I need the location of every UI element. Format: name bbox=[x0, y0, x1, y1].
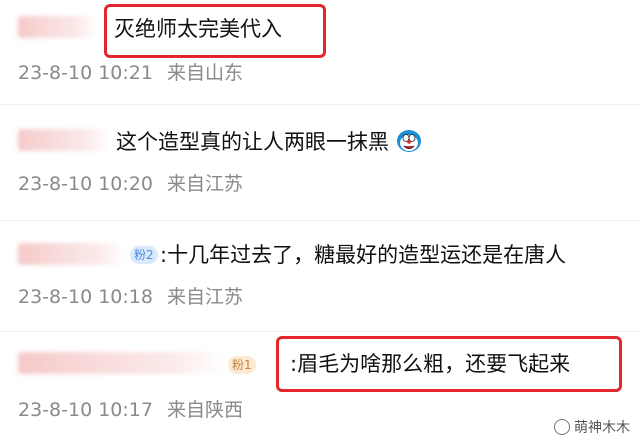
user-nickname-blurred[interactable] bbox=[18, 16, 98, 38]
user-nickname-blurred[interactable] bbox=[18, 243, 124, 265]
comment-item: 这个造型真的让人两眼一抹黑 23-8-10 10:20 来自江苏 bbox=[0, 105, 640, 220]
doraemon-emoji-icon bbox=[396, 130, 421, 152]
watermark: 萌神木木 bbox=[554, 417, 630, 437]
comment-date: 23-8-10 bbox=[18, 62, 93, 84]
comment-text: 灭绝师太完美代入 bbox=[114, 17, 282, 41]
comment-date: 23-8-10 bbox=[18, 286, 93, 308]
comment-meta: 23-8-10 10:17 来自陕西 bbox=[18, 398, 243, 422]
comment-meta: 23-8-10 10:21 来自山东 bbox=[18, 61, 243, 85]
comment-date: 23-8-10 bbox=[18, 173, 93, 195]
fan-level-badge: 粉2 bbox=[130, 246, 158, 264]
watermark-text: 萌神木木 bbox=[574, 420, 630, 436]
watermark-logo-icon bbox=[554, 419, 570, 435]
comment-time: 10:21 bbox=[98, 62, 153, 84]
comment-text: :眉毛为啥那么粗，还要飞起来 bbox=[290, 352, 571, 376]
comment-item: 灭绝师太完美代入 23-8-10 10:21 来自山东 bbox=[0, 0, 640, 105]
comment-time: 10:20 bbox=[98, 173, 153, 195]
comment-date: 23-8-10 bbox=[18, 399, 93, 421]
comment-location: 来自江苏 bbox=[166, 173, 243, 195]
comment-meta: 23-8-10 10:18 来自江苏 bbox=[18, 285, 243, 309]
comment-time: 10:18 bbox=[98, 286, 153, 308]
user-nickname-blurred[interactable] bbox=[18, 352, 224, 374]
user-nickname-blurred[interactable] bbox=[18, 129, 110, 151]
comment-location: 来自山东 bbox=[166, 62, 243, 84]
comment-location: 来自江苏 bbox=[166, 286, 243, 308]
comment-meta: 23-8-10 10:20 来自江苏 bbox=[18, 172, 243, 196]
comment-item: 粉1 :眉毛为啥那么粗，还要飞起来 23-8-10 10:17 来自陕西 bbox=[0, 332, 640, 443]
fan-level-badge: 粉1 bbox=[228, 356, 256, 374]
comment-location: 来自陕西 bbox=[166, 399, 243, 421]
comment-item: 粉2 :十几年过去了，糖最好的造型运还是在唐人 23-8-10 10:18 来自江… bbox=[0, 221, 640, 331]
comment-text: :十几年过去了，糖最好的造型运还是在唐人 bbox=[160, 243, 567, 267]
comment-time: 10:17 bbox=[98, 399, 153, 421]
comment-text: 这个造型真的让人两眼一抹黑 bbox=[116, 127, 422, 157]
